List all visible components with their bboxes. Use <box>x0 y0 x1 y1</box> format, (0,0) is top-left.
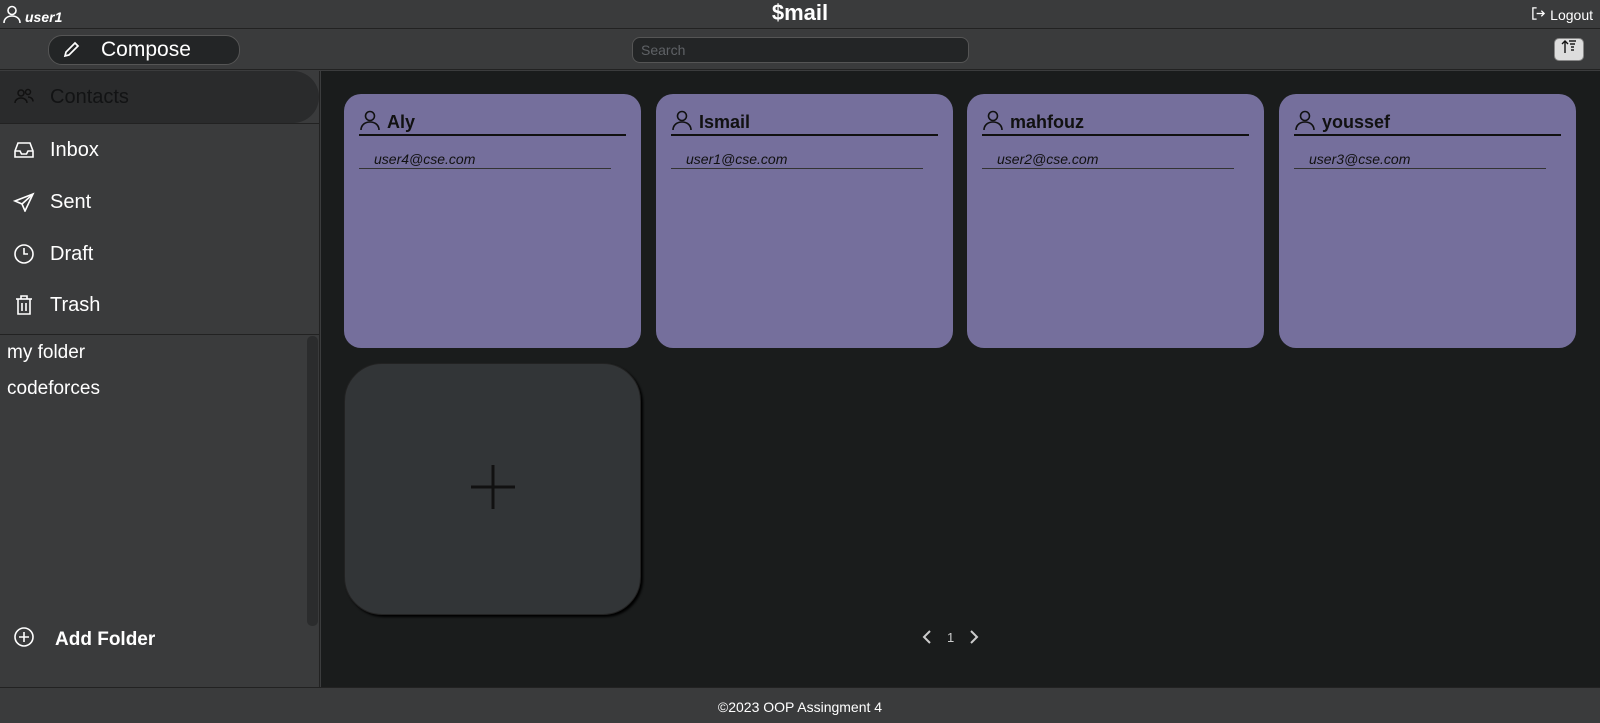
contact-name: Ismail <box>699 111 751 132</box>
sidebar-item-label: Trash <box>50 293 101 316</box>
sidebar: Contacts Inbox Sent Draft Trash my folde… <box>0 71 320 687</box>
chevron-left-icon[interactable] <box>921 629 933 645</box>
folder-scrollbar[interactable] <box>307 336 318 626</box>
sidebar-item-label: Inbox <box>50 138 99 161</box>
person-icon <box>1294 109 1316 136</box>
user-icon <box>2 4 22 29</box>
search-input[interactable] <box>632 37 969 63</box>
logout-icon <box>1531 6 1546 24</box>
person-icon <box>359 109 381 136</box>
contact-email: user1@cse.com <box>671 151 923 169</box>
sidebar-item-sent[interactable]: Sent <box>0 176 319 228</box>
contacts-panel: Aly user4@cse.com Ismail user1@cse.com m… <box>321 71 1600 687</box>
contact-card[interactable]: mahfouz user2@cse.com <box>967 94 1264 348</box>
chevron-right-icon[interactable] <box>968 629 980 645</box>
pagination: 1 <box>921 629 980 645</box>
contact-header: mahfouz <box>982 110 1249 136</box>
app-logo: $mail <box>771 0 829 25</box>
sort-button[interactable] <box>1554 38 1584 61</box>
contact-name: mahfouz <box>1010 111 1084 132</box>
contact-header: youssef <box>1294 110 1561 136</box>
trash-icon <box>0 294 48 316</box>
compose-button[interactable]: Compose <box>48 35 240 65</box>
contact-email: user4@cse.com <box>359 151 611 169</box>
send-icon <box>0 192 48 212</box>
sidebar-item-draft[interactable]: Draft <box>0 228 319 280</box>
add-folder-label: Add Folder <box>55 628 156 650</box>
page-number: 1 <box>947 629 955 645</box>
inbox-icon <box>0 140 48 160</box>
plus-icon <box>469 463 517 516</box>
sidebar-item-contacts[interactable]: Contacts <box>0 71 319 123</box>
sidebar-item-label: Sent <box>50 190 92 213</box>
contacts-icon <box>0 88 48 106</box>
add-folder-button[interactable]: Add Folder <box>13 626 155 653</box>
top-bar: user1 $mail Logout <box>0 0 1600 29</box>
contact-email: user3@cse.com <box>1294 151 1546 169</box>
contact-card[interactable]: Ismail user1@cse.com <box>656 94 953 348</box>
add-contact-button[interactable] <box>344 363 641 615</box>
folder-list: my folder codeforces <box>0 335 320 625</box>
logout-label: Logout <box>1550 7 1593 23</box>
toolbar: Compose <box>0 30 1600 70</box>
sidebar-item-trash[interactable]: Trash <box>0 279 319 331</box>
sidebar-item-label: Contacts <box>50 85 129 108</box>
contact-name: youssef <box>1322 111 1391 132</box>
sidebar-item-inbox[interactable]: Inbox <box>0 124 319 176</box>
pencil-icon <box>61 40 81 60</box>
folder-item[interactable]: my folder <box>7 342 85 364</box>
contact-email: user2@cse.com <box>982 151 1234 169</box>
sort-icon <box>1561 40 1577 59</box>
compose-label: Compose <box>101 38 191 61</box>
plus-circle-icon <box>13 626 35 653</box>
contact-header: Ismail <box>671 110 938 136</box>
contact-card[interactable]: Aly user4@cse.com <box>344 94 641 348</box>
footer-text: ©2023 OOP Assingment 4 <box>717 699 883 715</box>
footer: ©2023 OOP Assingment 4 <box>0 687 1600 723</box>
folder-item[interactable]: codeforces <box>7 378 100 400</box>
logout-button[interactable]: Logout <box>1531 6 1593 24</box>
contact-header: Aly <box>359 110 626 136</box>
user-info[interactable]: user1 <box>2 4 62 29</box>
sidebar-item-label: Draft <box>50 242 94 265</box>
clock-icon <box>0 243 48 265</box>
person-icon <box>982 109 1004 136</box>
contact-card[interactable]: youssef user3@cse.com <box>1279 94 1576 348</box>
person-icon <box>671 109 693 136</box>
username: user1 <box>25 8 63 25</box>
contact-name: Aly <box>387 111 416 132</box>
